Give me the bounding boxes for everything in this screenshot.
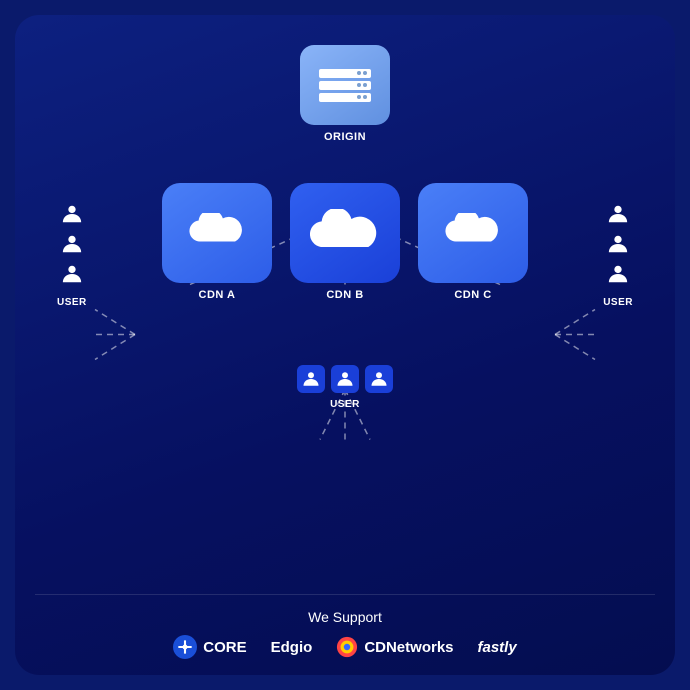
user-icon-right-3 — [607, 263, 629, 285]
bottom-user-group: USER — [297, 365, 393, 410]
user-circle-3 — [365, 365, 393, 393]
user-icon-bottom-2 — [336, 370, 354, 388]
cdn-row: CDN A CDN B CDN C — [35, 183, 655, 301]
origin-label: ORIGIN — [324, 131, 366, 143]
user-label-left: USER — [57, 297, 87, 308]
main-card: ORIGIN CDN A CDN B — [15, 15, 675, 675]
logo-cdnetworks: CDNetworks — [336, 636, 453, 658]
user-label-bottom: USER — [330, 399, 360, 410]
core-logo-icon — [173, 635, 197, 659]
supports-title: We Support — [308, 609, 382, 625]
user-icon-left-2 — [61, 233, 83, 255]
user-circle-1 — [297, 365, 325, 393]
right-user-group: USER — [603, 203, 633, 308]
cdn-c-label: CDN C — [454, 289, 491, 301]
user-circle-2 — [331, 365, 359, 393]
user-icon-bottom-3 — [370, 370, 388, 388]
cdn-c-box — [418, 183, 528, 283]
fastly-label: fastly — [478, 639, 517, 656]
cloud-a-icon — [187, 213, 247, 253]
user-icon-right-1 — [607, 203, 629, 225]
cdnetworks-logo-icon — [336, 636, 358, 658]
origin-box — [300, 45, 390, 125]
core-svg-icon — [175, 637, 195, 657]
cdnetworks-label: CDNetworks — [364, 639, 453, 656]
cdn-b-box — [290, 183, 400, 283]
server-row-2 — [319, 81, 371, 90]
cdn-a-box — [162, 183, 272, 283]
cloud-c-icon — [443, 213, 503, 253]
edgio-label: Edgio — [271, 639, 313, 656]
logo-core: CORE — [173, 635, 246, 659]
cdn-b-node: CDN B — [290, 183, 400, 301]
bottom-users-row — [297, 365, 393, 393]
cdn-a-label: CDN A — [199, 289, 236, 301]
cdn-a-node: CDN A — [162, 183, 272, 301]
origin-node: ORIGIN — [300, 45, 390, 143]
server-row-3 — [319, 93, 371, 102]
logo-fastly: fastly — [478, 639, 517, 656]
left-user-group: USER — [57, 203, 87, 308]
user-icon-right-2 — [607, 233, 629, 255]
cdn-c-node: CDN C — [418, 183, 528, 301]
user-icon-left-1 — [61, 203, 83, 225]
user-label-right: USER — [603, 297, 633, 308]
supports-section: We Support CORE Edgio — [35, 594, 655, 659]
server-icon — [319, 69, 371, 102]
supports-logos: CORE Edgio CDNetworks fastly — [173, 635, 516, 659]
logo-edgio: Edgio — [271, 639, 313, 656]
user-icon-bottom-1 — [302, 370, 320, 388]
diagram-area: ORIGIN CDN A CDN B — [35, 35, 655, 594]
cdn-b-label: CDN B — [326, 289, 363, 301]
cloud-b-icon — [310, 209, 380, 257]
user-icon-left-3 — [61, 263, 83, 285]
core-label: CORE — [203, 639, 246, 656]
server-row-1 — [319, 69, 371, 78]
